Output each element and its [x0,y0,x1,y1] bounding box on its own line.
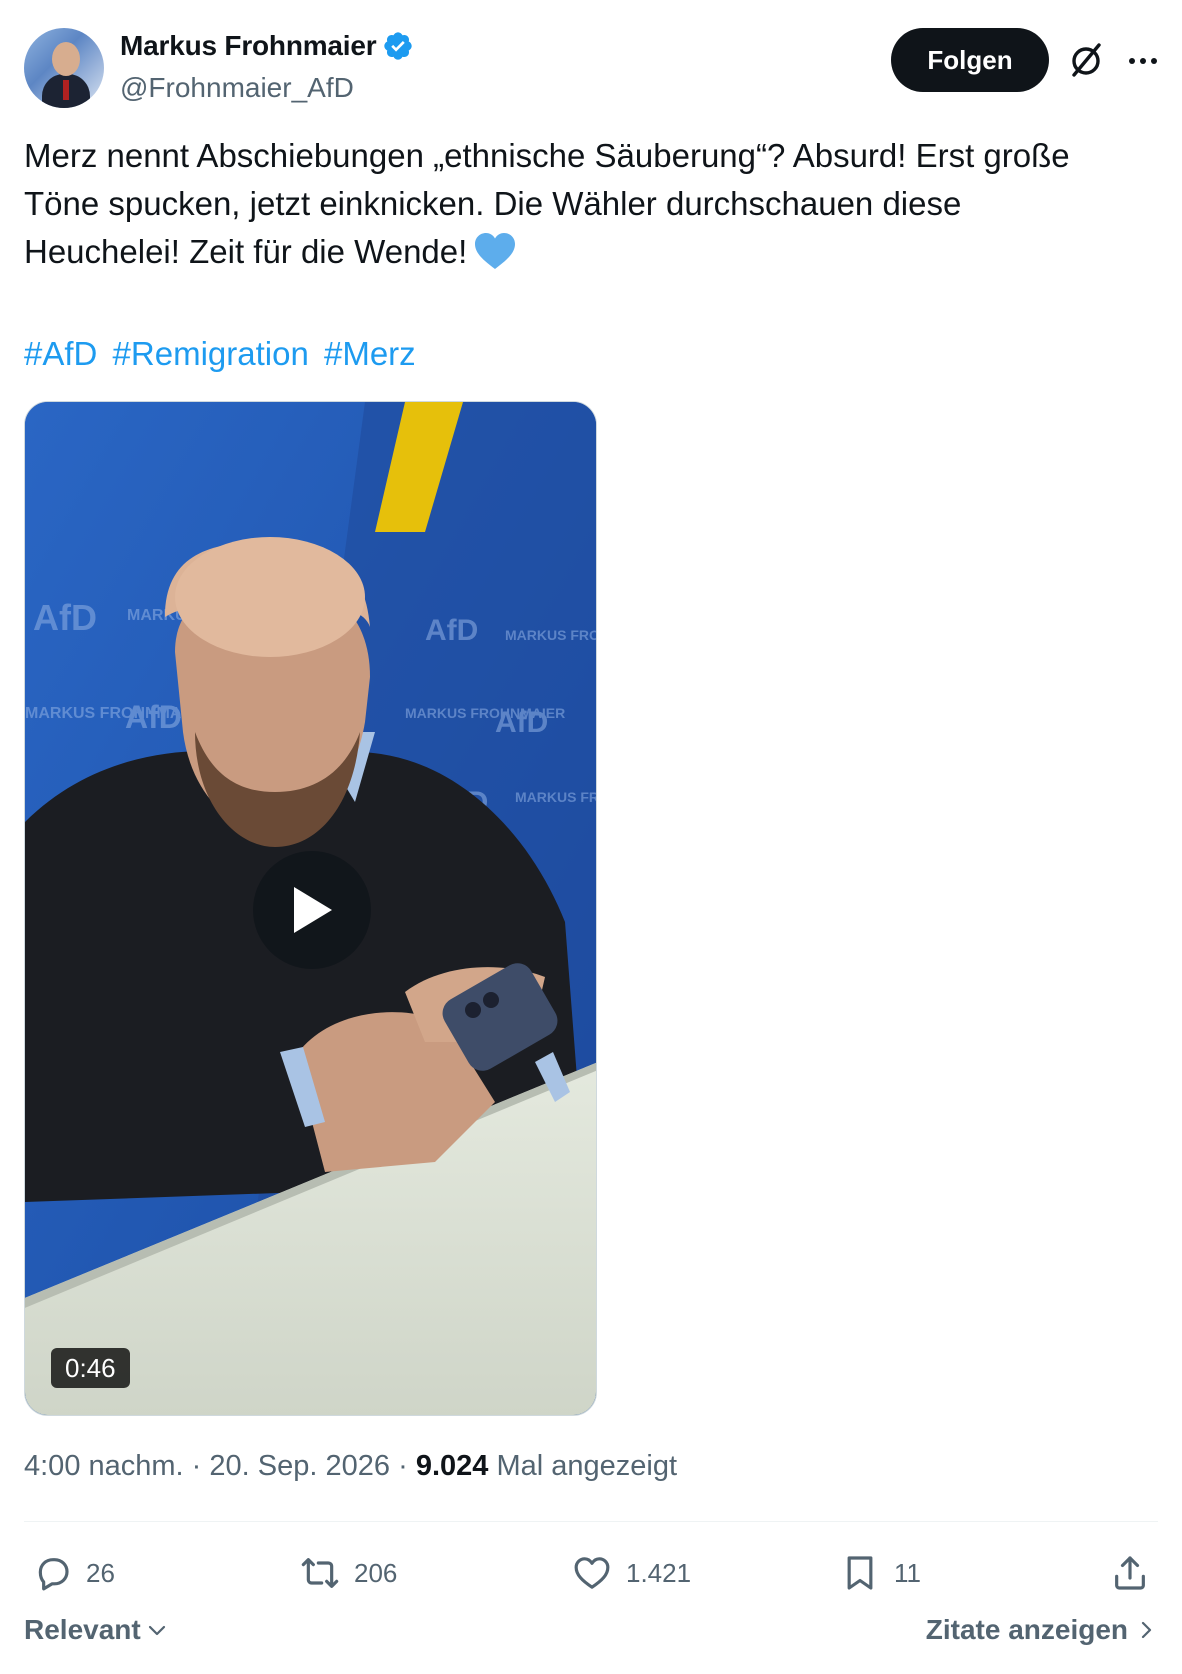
quotes-label: Zitate anzeigen [925,1614,1128,1645]
tweet-text-line: Töne spucken, jetzt einknicken. Die Wähl… [24,185,962,222]
blue-heart-icon [475,233,516,269]
avatar[interactable] [24,28,104,108]
tweet-text-line: Heuchelei! Zeit für die Wende! [24,228,1158,276]
sort-dropdown[interactable]: Relevant [24,1614,169,1646]
reply-button[interactable]: 26 [32,1545,115,1601]
chevron-right-icon [1141,1621,1152,1639]
verified-badge-icon [384,32,413,60]
backdrop-logo: AfD [425,614,478,647]
avatar-tie [63,80,69,100]
tweet-text: Merz nennt Abschiebungen „ethnische Säub… [24,132,1158,276]
view-quotes-link[interactable]: Zitate anzeigen [926,1614,1158,1646]
hashtag-link[interactable]: #AfD [24,335,97,372]
meta-separator: · [191,1450,202,1482]
author-name-row: Markus Frohnmaier [120,30,414,62]
meta-separator: · [398,1450,408,1482]
share-icon [1115,1556,1145,1590]
video-player[interactable]: AfD MARKUS FROHNMAIER AfD MARKUS FROHNMA… [24,401,597,1416]
tweet-text-line-content: Heuchelei! Zeit für die Wende! [24,233,468,270]
divider [24,1521,1158,1522]
backdrop-name: MARKUS FROHNMAIER [515,789,597,805]
reply-controls: Relevant Zitate anzeigen [24,1614,1158,1658]
tweet-meta: 4:00 nachm. · 20. Sep. 2026 · 9.024 Mal … [24,1450,677,1483]
play-icon [294,887,332,933]
like-button[interactable]: 1.421 [572,1545,691,1601]
tweet-time[interactable]: 4:00 nachm. [24,1450,184,1482]
bookmark-button[interactable]: 11 [840,1545,921,1601]
backdrop-name: MARKUS FROHNMAIER [505,627,597,643]
hashtag-link[interactable]: #Remigration [113,335,309,372]
backdrop-logo: AfD [33,597,97,638]
repost-button[interactable]: 206 [300,1545,397,1601]
tweet-date[interactable]: 20. Sep. 2026 [209,1450,390,1482]
author-display-name[interactable]: Markus Frohnmaier [120,30,377,62]
hashtag-list: #AfD #Remigration #Merz [24,330,422,378]
reply-count: 26 [86,1557,115,1588]
backdrop-logo: AfD [495,706,548,739]
video-duration: 0:46 [51,1348,130,1388]
backdrop-logo: AfD [125,699,182,735]
tweet-header: Markus Frohnmaier @Frohnmaier_AfD Folgen [24,26,1158,110]
heart-icon [574,1557,610,1589]
views-count: 9.024 [415,1450,489,1482]
share-button[interactable] [1110,1545,1150,1601]
bookmark-icon [847,1556,873,1590]
chevron-down-icon [148,1625,165,1636]
play-button[interactable] [253,851,371,969]
repost-count: 206 [354,1557,398,1588]
more-dots-icon[interactable] [1126,44,1160,78]
reply-icon [38,1558,69,1591]
sort-label: Relevant [24,1614,141,1645]
views-label: Mal angezeigt [496,1450,678,1482]
bookmark-count: 11 [894,1557,921,1588]
like-count: 1.421 [626,1557,692,1588]
author-handle[interactable]: @Frohnmaier_AfD [120,72,354,104]
grok-icon[interactable] [1066,40,1106,80]
hashtag-link[interactable]: #Merz [324,335,416,372]
action-bar: 26 206 1.421 11 [24,1545,1158,1601]
avatar-head [52,42,80,76]
tweet-text-line: Merz nennt Abschiebungen „ethnische Säub… [24,137,1070,174]
follow-button[interactable]: Folgen [891,28,1049,92]
repost-icon [301,1558,339,1588]
